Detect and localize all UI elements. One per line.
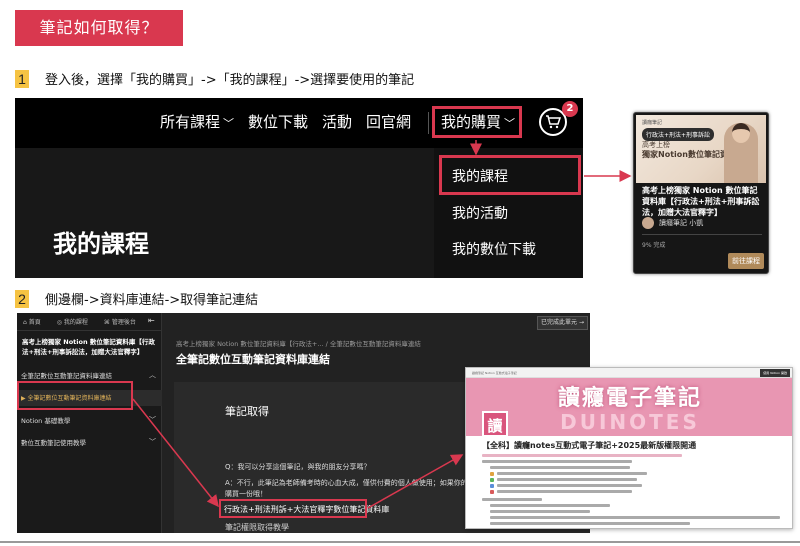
step-1-text: 登入後，選擇「我的購買」->「我的課程」->選擇要使用的筆記	[45, 73, 415, 88]
highlight-box-my-courses	[439, 155, 581, 195]
notion-text-line	[490, 510, 590, 513]
step-2-number: 2	[15, 289, 29, 308]
lms-sidebar: ⌂ 首頁 ◎ 我的課程 ⌘ 管理後台 ⇤ 高考上榜獨家 Notion 數位筆記資…	[17, 313, 162, 533]
notion-bullet-icon	[490, 478, 494, 482]
my-courses-link[interactable]: ◎ 我的課程	[57, 317, 96, 326]
notion-text-line	[490, 504, 610, 507]
notion-text-line	[482, 460, 632, 463]
highlight-box-db-link	[219, 499, 367, 518]
my-courses-link-label: 我的課程	[63, 319, 88, 326]
notion-text-line	[497, 490, 632, 493]
course-card[interactable]: 讀癮筆記 行政法+刑法+刑事訴訟 高考上榜 獨家Notion數位筆記資料庫 高考…	[633, 112, 769, 274]
sidebar-top-links: ⌂ 首頁 ◎ 我的課程 ⌘ 管理後台	[17, 313, 162, 331]
notion-cover: 讀癮電子筆記 DUINOTES	[466, 378, 792, 436]
notion-text-line	[497, 472, 647, 475]
home-link[interactable]: ⌂ 首頁	[23, 317, 49, 326]
notion-text-line	[497, 484, 642, 487]
course-progress: 9% 完成	[642, 242, 666, 249]
sidebar-section-notion-basics[interactable]: Notion 基礎教學	[21, 415, 70, 425]
my-courses-heading: 我的課程	[53, 230, 149, 258]
nav-events[interactable]: 活動	[322, 111, 352, 132]
sidebar-course-title: 高考上榜獨家 Notion 數位筆記資料庫【行政法+刑法+刑事訴訟法，加贈大法官…	[22, 338, 155, 356]
notion-bullet-icon	[490, 472, 494, 476]
nav-all-courses-label: 所有課程	[160, 113, 221, 131]
notion-bullet-icon	[490, 490, 494, 494]
course-card-author: 讀癮筆記 小凱	[642, 217, 703, 229]
admin-link[interactable]: ⌘ 管理後台	[104, 317, 144, 326]
notion-topbar: 讀癮筆記 Notion 互動式電子筆記 使用 Notion 開啟	[466, 368, 792, 378]
open-in-notion-button[interactable]: 使用 Notion 開啟	[760, 369, 790, 377]
notion-text-line	[482, 454, 682, 457]
collapse-sidebar-icon[interactable]: ⇤	[148, 316, 155, 325]
faq-question: Q：我可以分享這個筆記，與我的朋友分享嗎？	[225, 463, 371, 471]
dropdown-my-events[interactable]: 我的活動	[452, 203, 508, 223]
notion-text-line	[490, 466, 630, 469]
notion-topbar-title: 讀癮筆記 Notion 互動式電子筆記	[472, 371, 517, 375]
notion-page-icon: 讀	[482, 411, 508, 437]
cart-count-badge: 2	[562, 101, 578, 117]
lesson-title: 全筆記數位互動筆記資料庫連結	[176, 353, 330, 366]
notion-page-title: 【全科】讀癮notes互動式電子筆記+2025最新版權限開通	[482, 441, 697, 450]
cover-brand: 讀癮筆記	[642, 120, 663, 126]
lesson-breadcrumb[interactable]: 高考上榜獨家 Notion 數位筆記資料庫【行政法+... / 全筆記數位互動筆…	[176, 338, 421, 348]
cover-subtitle: DUINOTES	[560, 410, 700, 434]
bottom-divider	[0, 541, 800, 543]
instructor-photo-head	[732, 123, 750, 143]
chevron-up-icon[interactable]: ︿	[149, 370, 156, 380]
notion-page-preview: 讀癮筆記 Notion 互動式電子筆記 使用 Notion 開啟 讀癮電子筆記 …	[465, 367, 793, 529]
step-1-number: 1	[15, 69, 29, 88]
highlight-box-my-purchases	[432, 106, 522, 138]
course-card-title: 高考上榜獨家 Notion 數位筆記資料庫【行政法+刑法+刑事訴訟法，加贈大法官…	[642, 186, 760, 217]
card-divider	[642, 234, 762, 235]
faq-answer-line-1: A：不行，此筆記為老師備考時的心血大成，僅供付費的個人做使用；如果你的朋	[225, 479, 475, 487]
cover-title: 讀癮電子筆記	[557, 386, 702, 411]
highlight-box-sidebar-lesson	[17, 381, 133, 410]
step-1-row: 1 登入後，選擇「我的購買」->「我的課程」->選擇要使用的筆記	[15, 69, 414, 88]
step-2-row: 2 側邊欄->資料庫連結->取得筆記連結	[15, 289, 258, 308]
nav-divider	[428, 112, 429, 134]
complete-unit-button[interactable]: 已完成此單元 →	[537, 316, 588, 330]
notion-text-line	[490, 522, 690, 525]
cart-icon	[546, 115, 561, 129]
nav-official-site[interactable]: 回官網	[366, 111, 411, 132]
chevron-down-icon[interactable]: ﹀	[149, 437, 156, 447]
step-2-text: 側邊欄->資料庫連結->取得筆記連結	[45, 293, 259, 308]
notion-text-line	[490, 516, 780, 519]
home-link-label: 首頁	[28, 319, 41, 326]
nav-downloads[interactable]: 數位下載	[248, 111, 308, 132]
page-title-banner: 筆記如何取得？	[15, 10, 183, 46]
author-avatar	[642, 217, 654, 229]
permission-tutorial-text: 筆記權限取得教學	[225, 523, 289, 532]
site-screenshot: 所有課程 ﹀ 數位下載 活動 回官網 我的購買 ﹀ 2 我的課程 我的活動 我的數位…	[15, 98, 583, 278]
admin-link-label: 管理後台	[111, 319, 136, 326]
chevron-down-icon[interactable]: ﹀	[149, 415, 156, 425]
faq-answer-line-2: 購買一份哦！	[225, 490, 267, 498]
sidebar-section-db-links[interactable]: 全筆記數位互動筆記資料庫連結	[21, 370, 112, 380]
author-name: 讀癮筆記 小凱	[659, 219, 704, 227]
notion-bullet-icon	[490, 484, 494, 488]
dropdown-my-downloads[interactable]: 我的數位下載	[452, 239, 536, 259]
notion-text-line	[482, 498, 542, 501]
nav-all-courses[interactable]: 所有課程 ﹀	[160, 111, 234, 132]
doc-heading: 筆記取得	[225, 405, 269, 418]
notion-text-line	[497, 478, 637, 481]
go-to-course-button[interactable]: 前往課程	[728, 253, 764, 269]
chevron-down-icon: ﹀	[223, 117, 235, 130]
sidebar-section-usage-tutorial[interactable]: 數位互動筆記使用教學	[21, 437, 86, 447]
course-cover-image: 讀癮筆記 行政法+刑法+刑事訴訟 高考上榜 獨家Notion數位筆記資料庫	[636, 115, 766, 183]
